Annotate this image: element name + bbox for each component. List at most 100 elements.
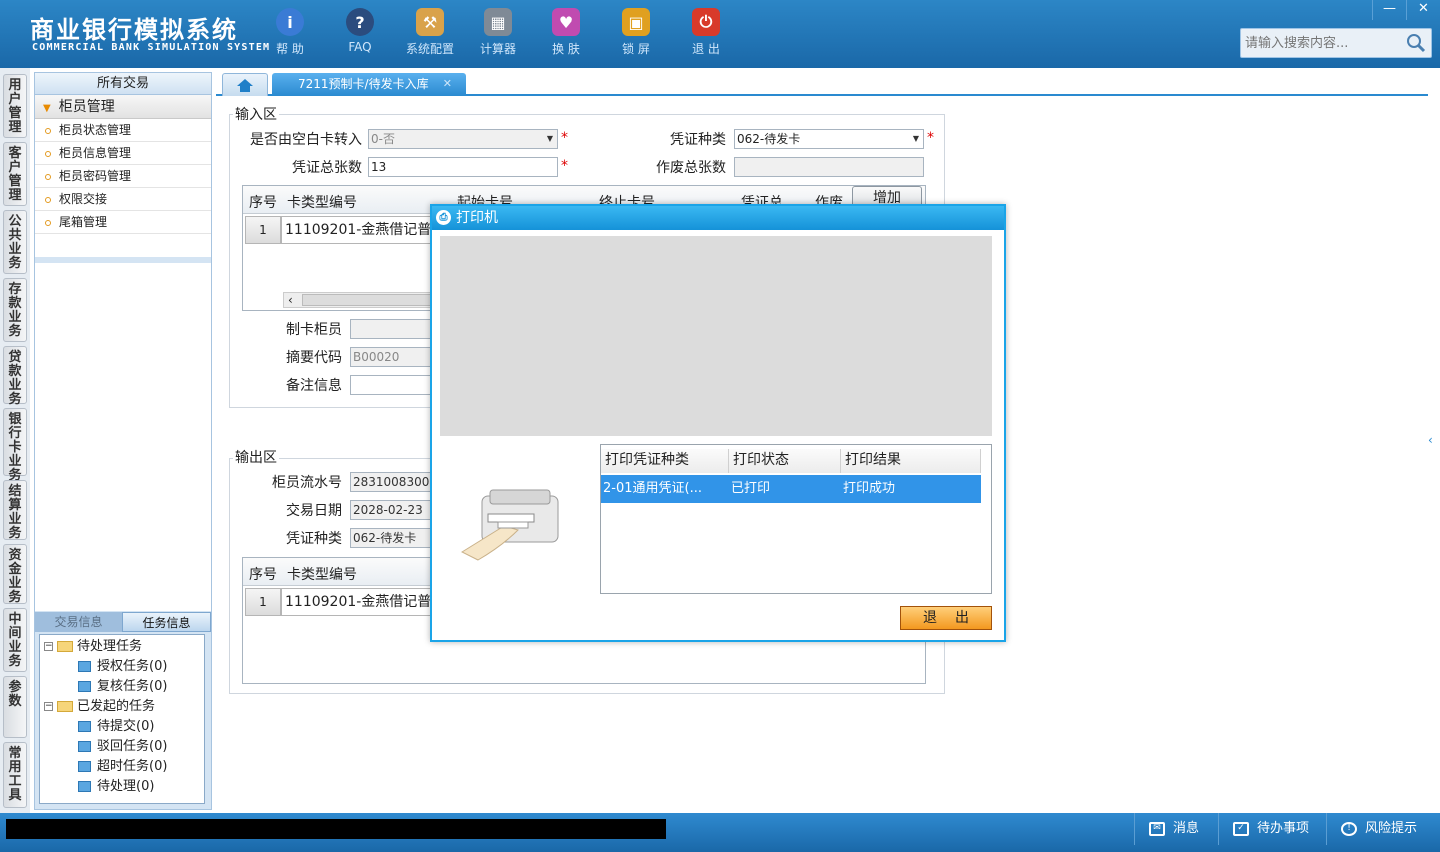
- vtab-customer-management[interactable]: 客户管理: [3, 142, 27, 206]
- risk-button[interactable]: ! 风险提示: [1326, 813, 1436, 845]
- status-message-area: [6, 819, 666, 839]
- voucher-type-label: 凭证种类: [670, 132, 726, 148]
- print-preview-area: [440, 236, 992, 436]
- vtab-parameters[interactable]: 参数: [3, 676, 27, 738]
- expand-triangle-icon: ▼: [43, 103, 51, 114]
- dialog-title: 打印机: [456, 210, 498, 226]
- list-item[interactable]: 尾箱管理: [35, 211, 211, 234]
- row-number: 1: [245, 588, 281, 616]
- total-count-label: 凭证总张数: [292, 160, 362, 176]
- printer-dialog: ⎙ 打印机 打印凭证种类 打印状态 打印结果 2-01通用凭证(... 已打印 …: [430, 204, 1006, 642]
- settings-button[interactable]: ⚒ 系统配置: [400, 8, 460, 57]
- tab-home[interactable]: [222, 73, 268, 96]
- teller-management-group[interactable]: ▼ 柜员管理: [35, 95, 211, 119]
- voucher-type-select[interactable]: 062-待发卡 ▼: [734, 129, 924, 149]
- vtab-settlement[interactable]: 结算业务: [3, 480, 27, 541]
- item-label: 柜员状态管理: [59, 123, 132, 137]
- card-type-cell[interactable]: 11109201-金燕借记普通: [281, 588, 431, 616]
- row-number: 1: [245, 216, 281, 244]
- tree-node[interactable]: 待处理(0): [40, 777, 204, 797]
- horizontal-scrollbar[interactable]: ‹: [283, 292, 433, 308]
- col-card-type: 卡类型编号: [287, 567, 357, 583]
- close-button[interactable]: ✕: [1406, 0, 1440, 20]
- calculator-button[interactable]: ▦ 计算器: [468, 8, 528, 57]
- vtab-bank-card[interactable]: 银行卡业务: [3, 408, 27, 483]
- tree-label: 待处理任务: [77, 639, 143, 654]
- tab-close-icon[interactable]: ✕: [443, 73, 452, 95]
- bullet-icon: [45, 127, 51, 134]
- skin-button[interactable]: ♥ 换 肤: [536, 8, 596, 57]
- select-value: 062-待发卡: [737, 132, 801, 146]
- shirt-icon: ♥: [552, 8, 580, 36]
- total-count-input[interactable]: 13: [368, 157, 558, 177]
- list-item[interactable]: 权限交接: [35, 188, 211, 211]
- item-label: 权限交接: [59, 192, 108, 206]
- dialog-titlebar[interactable]: ⎙ 打印机: [432, 206, 1004, 230]
- window-controls: — ✕: [1372, 0, 1440, 20]
- logout-button[interactable]: ⏻ 退 出: [676, 8, 736, 57]
- from-blank-select[interactable]: 0-否 ▼: [368, 129, 558, 149]
- collapse-icon[interactable]: −: [44, 702, 53, 711]
- minimize-button[interactable]: —: [1372, 0, 1406, 20]
- envelope-icon: ✉: [1149, 821, 1165, 836]
- tree-node[interactable]: 超时任务(0): [40, 757, 204, 777]
- required-mark: *: [561, 158, 568, 174]
- collapse-icon[interactable]: −: [44, 642, 53, 651]
- search-input[interactable]: [1241, 29, 1401, 57]
- tree-node[interactable]: 授权任务(0): [40, 657, 204, 677]
- exit-button[interactable]: 退出: [900, 606, 992, 630]
- tab-task-info[interactable]: 任务信息: [122, 612, 211, 632]
- tree-label: 待提交(0): [97, 719, 155, 734]
- help-button[interactable]: i 帮 助: [260, 8, 320, 57]
- vtab-loan[interactable]: 贷款业务: [3, 346, 27, 407]
- search-icon[interactable]: [1405, 32, 1427, 54]
- collapse-panel-icon[interactable]: ‹: [1428, 420, 1438, 460]
- void-count-input[interactable]: [734, 157, 924, 177]
- input-area-legend: 输入区: [233, 104, 279, 124]
- bullet-icon: [45, 150, 51, 157]
- tree-label: 已发起的任务: [77, 699, 156, 714]
- tree-node[interactable]: 待提交(0): [40, 717, 204, 737]
- vtab-tools[interactable]: 常用工具: [3, 742, 27, 808]
- vtab-deposit[interactable]: 存款业务: [3, 278, 27, 342]
- info-icon: i: [276, 8, 304, 36]
- tree-node-pending[interactable]: − 待处理任务: [40, 637, 204, 657]
- lock-button[interactable]: ▣ 锁 屏: [606, 8, 666, 57]
- list-item[interactable]: 柜员信息管理: [35, 142, 211, 165]
- vtab-public-business[interactable]: 公共业务: [3, 210, 27, 274]
- tab-transaction-info[interactable]: 交易信息: [35, 612, 122, 632]
- calculator-label: 计算器: [479, 42, 516, 56]
- col-seq: 序号: [249, 195, 277, 211]
- col-voucher-type: 打印凭证种类: [601, 449, 729, 473]
- list-item[interactable]: 柜员密码管理: [35, 165, 211, 188]
- card-type-cell[interactable]: 11109201-金燕借记普...: [281, 216, 431, 244]
- all-transactions-header[interactable]: 所有交易: [35, 73, 211, 95]
- printer-title-icon: ⎙: [436, 210, 451, 225]
- item-label: 柜员信息管理: [59, 146, 132, 160]
- tree-node[interactable]: 驳回任务(0): [40, 737, 204, 757]
- messages-button[interactable]: ✉ 消息: [1134, 813, 1214, 845]
- from-blank-label: 是否由空白卡转入: [250, 132, 362, 148]
- scroll-left-icon[interactable]: ‹: [288, 293, 293, 307]
- required-mark: *: [561, 130, 568, 146]
- task-icon: [78, 721, 91, 732]
- scroll-thumb[interactable]: [302, 294, 432, 306]
- maker-label: 制卡柜员: [286, 322, 342, 338]
- col-print-result: 打印结果: [841, 449, 981, 473]
- vtab-funds[interactable]: 资金业务: [3, 544, 27, 605]
- dropdown-arrow-icon: ▼: [912, 134, 919, 143]
- dropdown-arrow-icon: ▼: [546, 134, 553, 143]
- tab-card-storage[interactable]: 7211预制卡/待发卡入库 ✕: [272, 73, 466, 96]
- todo-button[interactable]: ✓ 待办事项: [1218, 813, 1322, 845]
- faq-button[interactable]: ? FAQ: [330, 8, 390, 54]
- tree-node-initiated[interactable]: − 已发起的任务: [40, 697, 204, 717]
- vtab-user-management[interactable]: 用户管理: [3, 74, 27, 138]
- table-row[interactable]: 2-01通用凭证(... 已打印 打印成功: [601, 475, 981, 503]
- vtab-intermediary[interactable]: 中间业务: [3, 608, 27, 672]
- tree-label: 复核任务(0): [97, 679, 168, 694]
- select-value: 0-否: [371, 132, 395, 146]
- tree-node[interactable]: 复核任务(0): [40, 677, 204, 697]
- print-status-cell: 已打印: [731, 481, 771, 496]
- panel-empty-area: [35, 263, 211, 611]
- list-item[interactable]: 柜员状态管理: [35, 119, 211, 142]
